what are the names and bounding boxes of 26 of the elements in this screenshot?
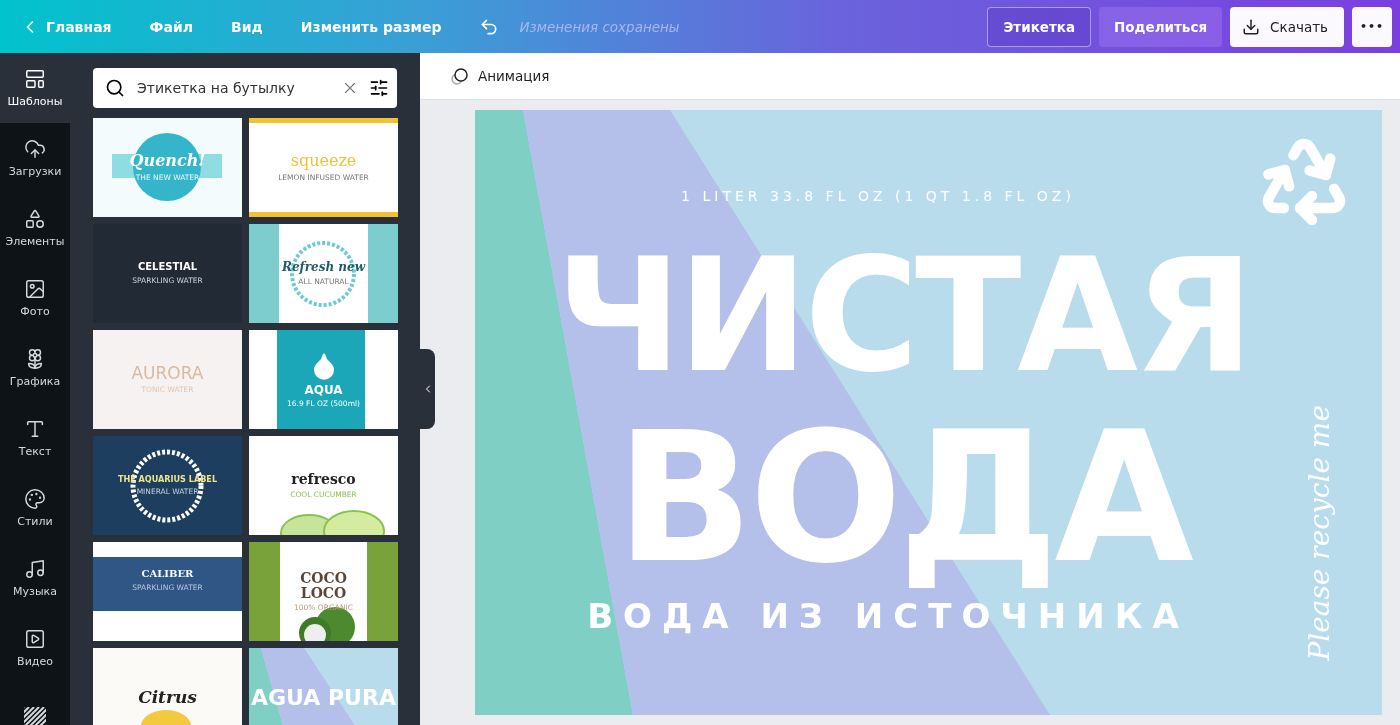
- template-thumbnail[interactable]: Citrus: [93, 648, 242, 725]
- template-title: refresco: [291, 472, 356, 487]
- template-title: Quench!: [129, 153, 206, 170]
- template-title: AQUA: [304, 383, 343, 397]
- template-title: THE AQUARIUS LABEL: [117, 474, 218, 485]
- headline: ВОДА: [616, 408, 1190, 588]
- template-title: CELESTIAL: [137, 262, 198, 273]
- download-button[interactable]: Скачать: [1230, 6, 1344, 47]
- template-title: Refresh new: [281, 261, 366, 274]
- template-title: AURORA: [131, 364, 204, 383]
- volume-text: 1 LITER 33.8 FL OZ (1 QT 1.8 FL OZ): [681, 188, 1075, 204]
- more-button[interactable]: •••: [1352, 6, 1392, 47]
- sidebar-tab[interactable]: Шаблоны: [0, 53, 70, 123]
- template-title: CALIBER: [141, 569, 194, 580]
- side-text: Please recycle me: [1304, 405, 1336, 661]
- template-title: squeeze: [290, 153, 357, 170]
- template-title: COCO LOCO: [299, 570, 348, 601]
- header-button[interactable]: Поделиться: [1099, 6, 1223, 47]
- headline: ЧИСТАЯ: [555, 238, 1251, 394]
- template-title: AGUA PURA: [251, 685, 396, 710]
- search-field[interactable]: Этикетка на бутылку: [93, 68, 397, 108]
- animation-button[interactable]: Анимация: [450, 66, 550, 86]
- tagline: ВОДА ИЗ ИСТОЧНИКА: [587, 596, 1189, 636]
- template-title: Citrus: [138, 688, 197, 707]
- header-button[interactable]: Этикетка: [987, 6, 1092, 47]
- save-status: Изменения сохранены: [519, 18, 680, 35]
